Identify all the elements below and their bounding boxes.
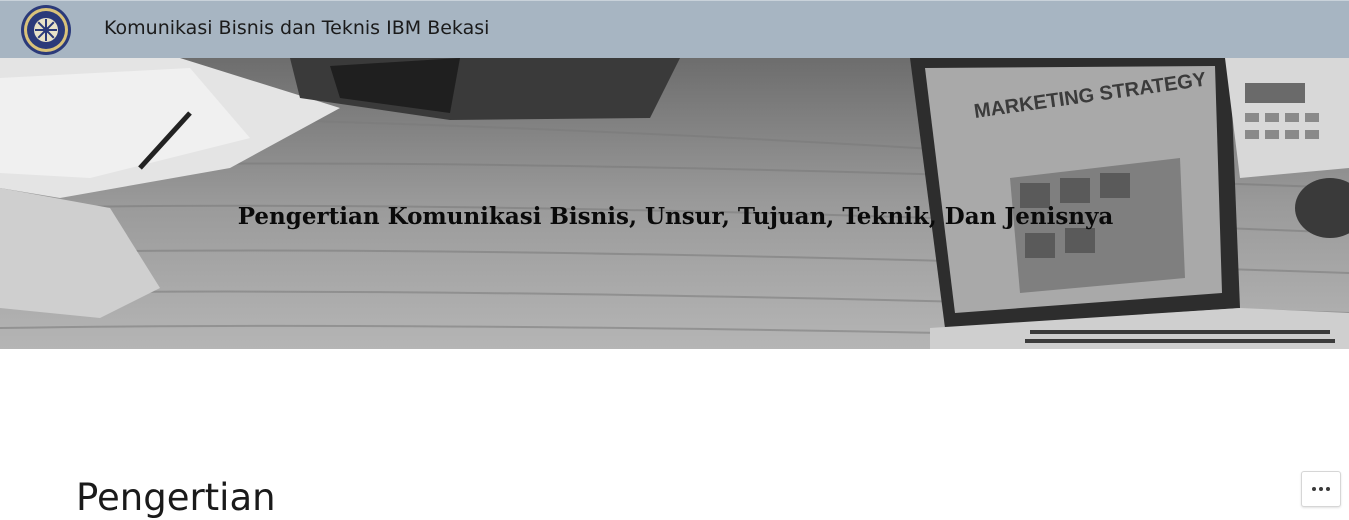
hero-banner: MARKETING STRATEGY Pengertian Komunikasi… <box>0 58 1349 349</box>
content-heading: Pengertian <box>76 476 276 519</box>
more-options-icon <box>1312 487 1330 491</box>
hero-title: Pengertian Komunikasi Bisnis, Unsur, Tuj… <box>237 203 1114 231</box>
more-options-button[interactable] <box>1301 471 1341 507</box>
site-title-link[interactable]: Komunikasi Bisnis dan Teknis IBM Bekasi <box>104 17 489 39</box>
site-header: Komunikasi Bisnis dan Teknis IBM Bekasi <box>0 0 1349 58</box>
university-seal-icon[interactable] <box>20 4 72 56</box>
